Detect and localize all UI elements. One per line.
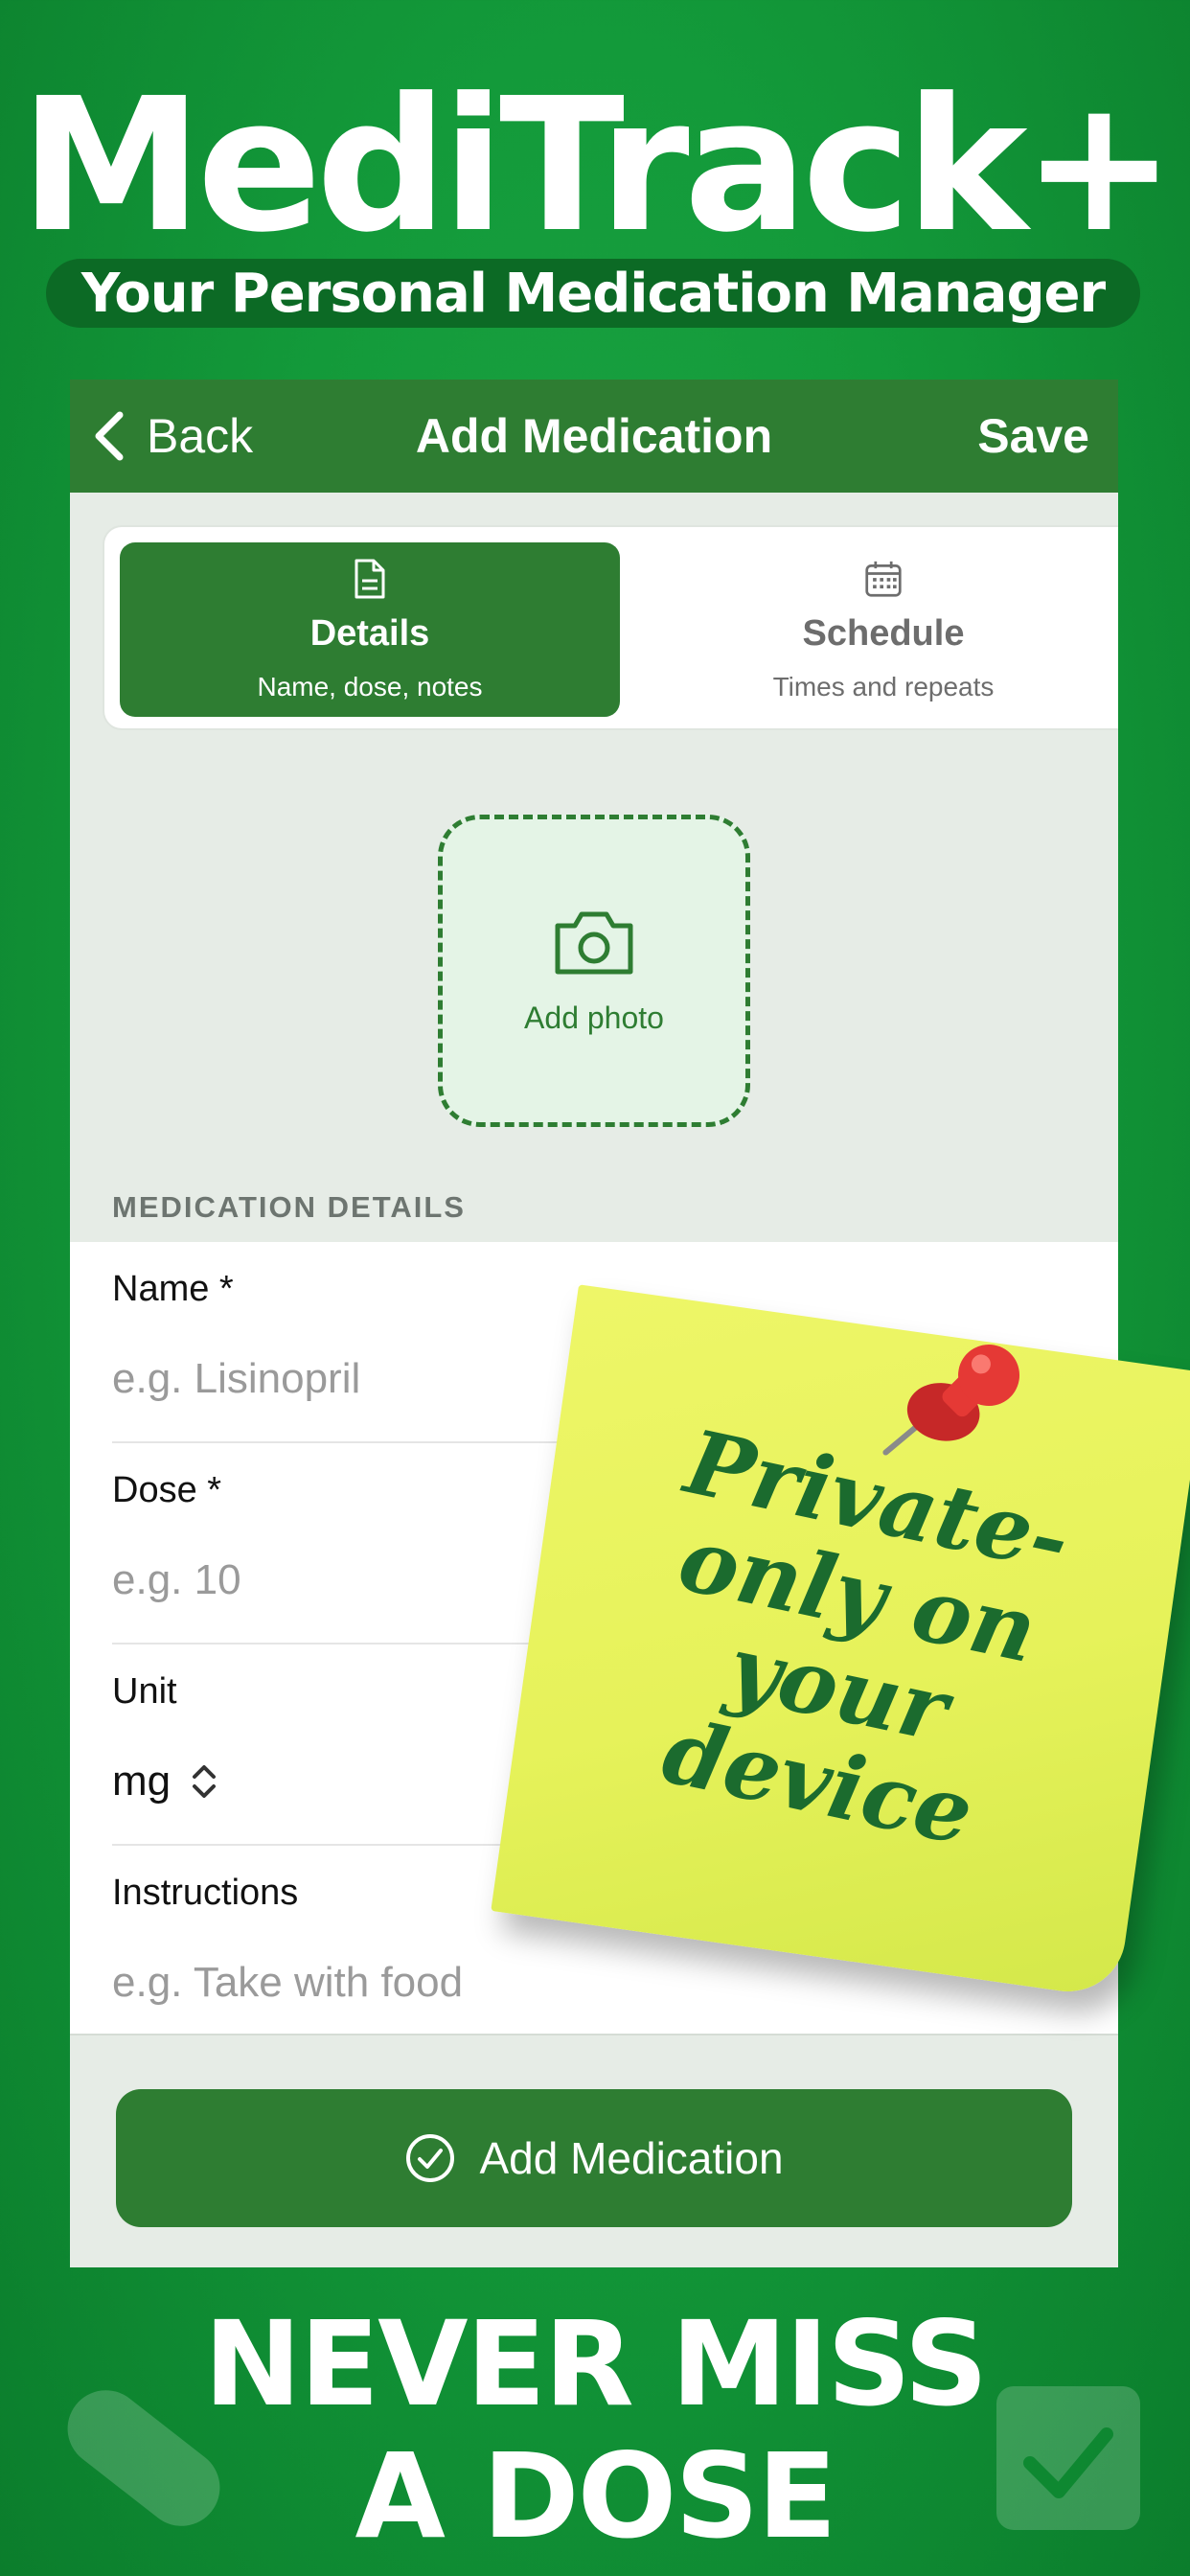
push-pin-icon — [882, 1345, 1020, 1456]
tab-schedule-sublabel: Times and repeats — [772, 671, 995, 702]
tagline-line-1: NEVER MISS — [203, 2296, 989, 2432]
navigation-bar: Back Add Medication Save — [70, 380, 1118, 493]
document-icon — [355, 559, 385, 598]
add-medication-label: Add Medication — [479, 2133, 784, 2183]
tab-details[interactable]: Details Name, dose, notes — [120, 542, 620, 717]
unit-label: Unit — [112, 1671, 177, 1712]
name-label: Name * — [112, 1269, 234, 1309]
tab-details-label: Details — [309, 612, 430, 654]
instructions-label: Instructions — [112, 1873, 299, 1913]
name-input[interactable]: e.g. Lisinopril — [112, 1355, 360, 1403]
up-down-chevron-icon — [193, 1765, 217, 1798]
save-button[interactable]: Save — [977, 380, 1089, 493]
tab-schedule[interactable]: Schedule Times and repeats — [633, 542, 1118, 717]
bottom-bar: Add Medication — [70, 2034, 1118, 2267]
add-photo-button[interactable]: Add photo — [438, 815, 750, 1127]
app-subtitle: Your Personal Medication Manager — [46, 259, 1140, 328]
tagline: NEVER MISS A DOSE — [0, 2298, 1190, 2563]
sticky-note-text: Private- only on your device — [654, 1410, 1079, 1866]
tagline-line-2: A DOSE — [355, 2428, 836, 2564]
app-title: MediTrack+ — [19, 59, 1176, 273]
dose-input[interactable]: e.g. 10 — [112, 1556, 241, 1604]
tab-schedule-label: Schedule — [802, 612, 965, 654]
back-label: Back — [147, 409, 254, 463]
check-circle-icon — [406, 2134, 455, 2182]
chevron-left-icon — [95, 411, 124, 461]
sticky-note: Private- only on your device — [491, 1284, 1190, 1999]
section-header: MEDICATION DETAILS — [112, 1190, 466, 1224]
back-button[interactable]: Back — [89, 380, 253, 493]
dose-label: Dose * — [112, 1470, 222, 1510]
calendar-icon — [865, 561, 902, 597]
tab-selector: Details Name, dose, notes Schedule Times… — [103, 525, 1118, 730]
unit-picker[interactable]: mg — [112, 1758, 220, 1806]
unit-value: mg — [112, 1758, 172, 1805]
add-photo-label: Add photo — [524, 1000, 664, 1035]
camera-icon — [555, 911, 633, 974]
add-medication-button[interactable]: Add Medication — [116, 2089, 1072, 2227]
instructions-input[interactable]: e.g. Take with food — [112, 1959, 463, 2007]
tab-details-sublabel: Name, dose, notes — [257, 671, 483, 702]
